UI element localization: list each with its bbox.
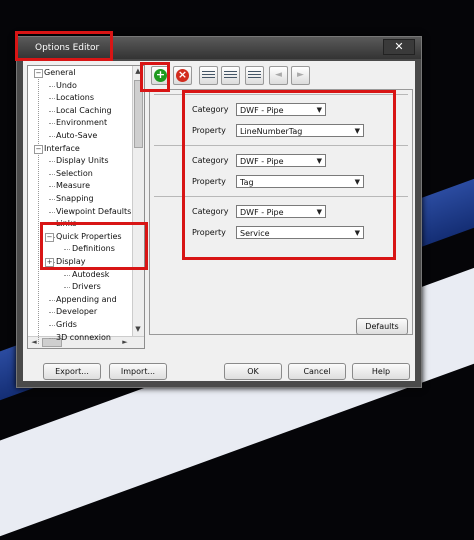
tree-connector <box>49 85 55 87</box>
import-button[interactable]: Import... <box>109 363 167 380</box>
collapse-icon[interactable]: − <box>34 69 43 78</box>
list-collapse-button[interactable] <box>199 66 218 85</box>
tree-connector <box>49 98 55 100</box>
tree-item-undo[interactable]: Undo <box>56 80 77 92</box>
tree-connector <box>49 211 55 213</box>
tree-item-viewpoint-defaults[interactable]: Viewpoint Defaults <box>56 206 131 218</box>
tree-connector <box>49 173 55 175</box>
tree-item-autodesk[interactable]: Autodesk <box>72 269 109 281</box>
tree-item-appending[interactable]: Appending and <box>56 294 117 306</box>
options-tree: ▲ ▼ ◄ ► − General Undo Locations Local Cachi… <box>27 65 145 349</box>
tree-item-auto-save[interactable]: Auto-Save <box>56 130 97 142</box>
remove-button[interactable]: × <box>173 66 192 85</box>
list-expand-icon <box>224 71 237 80</box>
tree-guide-line <box>38 74 39 344</box>
tree-connector <box>49 161 55 163</box>
highlight-title <box>15 31 113 61</box>
tree-connector <box>64 274 70 276</box>
collapse-icon[interactable]: − <box>34 144 43 154</box>
highlight-quick-properties <box>40 222 148 270</box>
tree-connector <box>49 199 55 200</box>
tree-connector <box>49 299 55 301</box>
highlight-definitions <box>182 90 396 260</box>
tree-item-snapping[interactable]: Snapping <box>56 193 94 205</box>
tree-connector <box>49 123 55 125</box>
swap-icon <box>248 71 261 80</box>
tree-item-local-caching[interactable]: Local Caching <box>56 105 112 117</box>
tree-connector <box>49 110 55 112</box>
scroll-down-icon[interactable]: ▼ <box>133 325 143 334</box>
tree-item-selection[interactable]: Selection <box>56 168 93 180</box>
export-button[interactable]: Export... <box>43 363 101 380</box>
tree-item-measure[interactable]: Measure <box>56 180 90 192</box>
tree-connector <box>49 337 55 339</box>
tree-item-drivers[interactable]: Drivers <box>72 281 101 293</box>
tree-connector <box>49 312 55 314</box>
tree-connector <box>49 325 55 326</box>
arrow-left-icon: ◄ <box>275 70 282 80</box>
scroll-right-icon[interactable]: ► <box>120 338 130 347</box>
arrow-right-button[interactable]: ► <box>291 66 310 85</box>
tree-connector <box>49 136 55 137</box>
list-collapse-icon <box>202 71 215 80</box>
tree-item-general[interactable]: General <box>44 67 76 79</box>
arrow-right-icon: ► <box>297 70 304 80</box>
defaults-button[interactable]: Defaults <box>356 318 408 335</box>
list-expand-button[interactable] <box>221 66 240 85</box>
tree-item-locations[interactable]: Locations <box>56 92 94 104</box>
help-button[interactable]: Help <box>352 363 410 380</box>
tree-item-environment[interactable]: Environment <box>56 117 107 129</box>
definitions-toolbar: + × ◄ ► <box>149 65 411 85</box>
tree-vertical-scrollbar[interactable]: ▲ ▼ <box>132 66 144 336</box>
swap-button[interactable] <box>245 66 264 85</box>
remove-icon: × <box>176 68 189 82</box>
ok-button[interactable]: OK <box>224 363 282 380</box>
arrow-left-button[interactable]: ◄ <box>269 66 288 85</box>
tree-connector <box>64 287 70 289</box>
tree-item-interface[interactable]: Interface <box>44 143 80 155</box>
cancel-button[interactable]: Cancel <box>288 363 346 380</box>
close-button[interactable]: ✕ <box>383 39 415 55</box>
tree-connector <box>49 186 55 188</box>
tree-item-developer[interactable]: Developer <box>56 306 97 318</box>
tree-item-3dconnexion[interactable]: 3D connexion <box>56 332 111 344</box>
close-icon: ✕ <box>394 40 404 53</box>
tree-item-display-units[interactable]: Display Units <box>56 155 108 167</box>
tree-item-grids[interactable]: Grids <box>56 319 77 331</box>
highlight-add-button <box>140 62 170 92</box>
